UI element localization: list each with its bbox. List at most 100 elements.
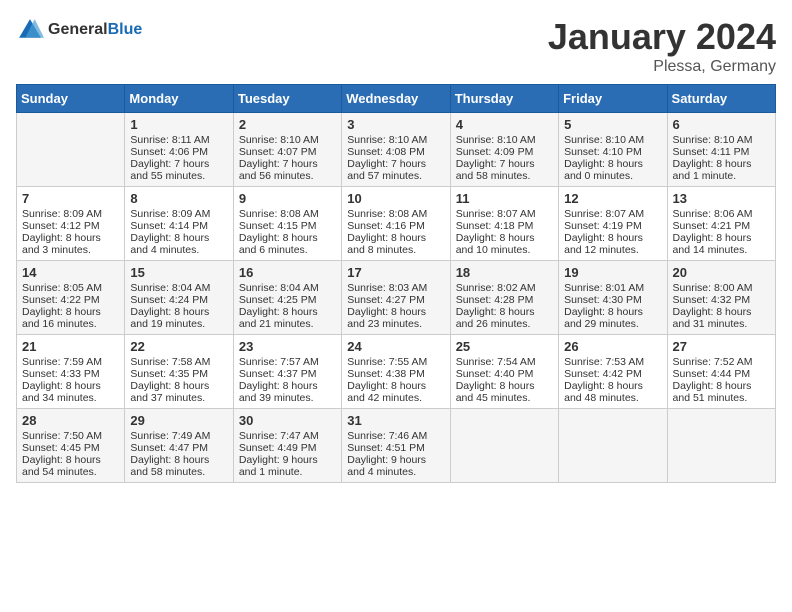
day-number: 23	[239, 339, 336, 354]
day-number: 6	[673, 117, 770, 132]
day-number: 14	[22, 265, 119, 280]
day-info-line: and 26 minutes.	[456, 318, 553, 330]
calendar-cell: 11Sunrise: 8:07 AMSunset: 4:18 PMDayligh…	[450, 187, 558, 261]
calendar-cell: 23Sunrise: 7:57 AMSunset: 4:37 PMDayligh…	[233, 335, 341, 409]
day-header-monday: Monday	[125, 85, 233, 113]
day-info-line: Sunset: 4:40 PM	[456, 368, 553, 380]
day-info-line: Sunrise: 8:08 AM	[239, 208, 336, 220]
day-info-line: Daylight: 8 hours	[130, 306, 227, 318]
day-info-line: and 12 minutes.	[564, 244, 661, 256]
day-info-line: Sunset: 4:24 PM	[130, 294, 227, 306]
day-info-line: Sunrise: 8:09 AM	[130, 208, 227, 220]
day-number: 3	[347, 117, 444, 132]
day-number: 30	[239, 413, 336, 428]
day-info-line: and 34 minutes.	[22, 392, 119, 404]
day-info-line: and 51 minutes.	[673, 392, 770, 404]
day-info-line: and 14 minutes.	[673, 244, 770, 256]
day-info-line: Sunrise: 7:54 AM	[456, 356, 553, 368]
day-info-line: Daylight: 8 hours	[673, 158, 770, 170]
day-number: 1	[130, 117, 227, 132]
day-header-friday: Friday	[559, 85, 667, 113]
day-info-line: Sunrise: 7:52 AM	[673, 356, 770, 368]
day-info-line: Daylight: 8 hours	[239, 306, 336, 318]
day-info-line: Sunset: 4:51 PM	[347, 442, 444, 454]
day-info-line: Sunset: 4:07 PM	[239, 146, 336, 158]
calendar-cell: 1Sunrise: 8:11 AMSunset: 4:06 PMDaylight…	[125, 113, 233, 187]
day-info-line: Daylight: 8 hours	[564, 158, 661, 170]
calendar-cell: 4Sunrise: 8:10 AMSunset: 4:09 PMDaylight…	[450, 113, 558, 187]
day-info-line: Daylight: 8 hours	[564, 232, 661, 244]
day-number: 31	[347, 413, 444, 428]
calendar-cell: 3Sunrise: 8:10 AMSunset: 4:08 PMDaylight…	[342, 113, 450, 187]
day-info-line: Daylight: 8 hours	[347, 232, 444, 244]
title-area: January 2024 Plessa, Germany	[548, 16, 776, 76]
day-header-sunday: Sunday	[17, 85, 125, 113]
month-title: January 2024	[548, 16, 776, 58]
day-info-line: Sunset: 4:18 PM	[456, 220, 553, 232]
day-info-line: Daylight: 8 hours	[22, 232, 119, 244]
calendar-cell: 20Sunrise: 8:00 AMSunset: 4:32 PMDayligh…	[667, 261, 775, 335]
calendar-cell: 15Sunrise: 8:04 AMSunset: 4:24 PMDayligh…	[125, 261, 233, 335]
day-info-line: Daylight: 8 hours	[130, 380, 227, 392]
day-info-line: and 6 minutes.	[239, 244, 336, 256]
day-number: 25	[456, 339, 553, 354]
calendar-cell: 10Sunrise: 8:08 AMSunset: 4:16 PMDayligh…	[342, 187, 450, 261]
day-info-line: and 55 minutes.	[130, 170, 227, 182]
day-info-line: and 56 minutes.	[239, 170, 336, 182]
day-info-line: Sunset: 4:22 PM	[22, 294, 119, 306]
day-info-line: Daylight: 7 hours	[347, 158, 444, 170]
day-info-line: Sunset: 4:15 PM	[239, 220, 336, 232]
day-info-line: Sunset: 4:08 PM	[347, 146, 444, 158]
day-number: 17	[347, 265, 444, 280]
day-number: 7	[22, 191, 119, 206]
day-info-line: Daylight: 9 hours	[347, 454, 444, 466]
day-info-line: Sunrise: 8:04 AM	[130, 282, 227, 294]
day-info-line: Sunrise: 8:07 AM	[564, 208, 661, 220]
day-number: 8	[130, 191, 227, 206]
calendar-cell: 25Sunrise: 7:54 AMSunset: 4:40 PMDayligh…	[450, 335, 558, 409]
day-info-line: Sunset: 4:09 PM	[456, 146, 553, 158]
day-info-line: Daylight: 8 hours	[456, 306, 553, 318]
location-title: Plessa, Germany	[548, 58, 776, 76]
day-info-line: Sunset: 4:12 PM	[22, 220, 119, 232]
day-number: 29	[130, 413, 227, 428]
calendar-cell: 27Sunrise: 7:52 AMSunset: 4:44 PMDayligh…	[667, 335, 775, 409]
day-info-line: Sunset: 4:06 PM	[130, 146, 227, 158]
day-info-line: Sunset: 4:38 PM	[347, 368, 444, 380]
day-info-line: Sunrise: 7:55 AM	[347, 356, 444, 368]
day-number: 20	[673, 265, 770, 280]
calendar-cell: 6Sunrise: 8:10 AMSunset: 4:11 PMDaylight…	[667, 113, 775, 187]
day-info-line: and 1 minute.	[673, 170, 770, 182]
day-info-line: and 58 minutes.	[130, 466, 227, 478]
day-info-line: and 57 minutes.	[347, 170, 444, 182]
day-info-line: and 58 minutes.	[456, 170, 553, 182]
calendar-cell: 16Sunrise: 8:04 AMSunset: 4:25 PMDayligh…	[233, 261, 341, 335]
day-info-line: and 42 minutes.	[347, 392, 444, 404]
day-info-line: Sunset: 4:30 PM	[564, 294, 661, 306]
calendar-cell: 13Sunrise: 8:06 AMSunset: 4:21 PMDayligh…	[667, 187, 775, 261]
day-info-line: Daylight: 8 hours	[673, 306, 770, 318]
day-info-line: Sunrise: 8:07 AM	[456, 208, 553, 220]
day-number: 10	[347, 191, 444, 206]
day-info-line: Sunrise: 8:09 AM	[22, 208, 119, 220]
day-info-line: Sunrise: 7:53 AM	[564, 356, 661, 368]
calendar-cell: 30Sunrise: 7:47 AMSunset: 4:49 PMDayligh…	[233, 409, 341, 483]
day-info-line: Sunrise: 7:49 AM	[130, 430, 227, 442]
day-info-line: Sunset: 4:32 PM	[673, 294, 770, 306]
calendar-cell: 29Sunrise: 7:49 AMSunset: 4:47 PMDayligh…	[125, 409, 233, 483]
day-header-saturday: Saturday	[667, 85, 775, 113]
calendar-table: SundayMondayTuesdayWednesdayThursdayFrid…	[16, 84, 776, 483]
day-header-thursday: Thursday	[450, 85, 558, 113]
calendar-cell: 22Sunrise: 7:58 AMSunset: 4:35 PMDayligh…	[125, 335, 233, 409]
logo-text-general: General	[48, 21, 108, 38]
calendar-cell: 21Sunrise: 7:59 AMSunset: 4:33 PMDayligh…	[17, 335, 125, 409]
calendar-cell: 8Sunrise: 8:09 AMSunset: 4:14 PMDaylight…	[125, 187, 233, 261]
week-row-1: 7Sunrise: 8:09 AMSunset: 4:12 PMDaylight…	[17, 187, 776, 261]
day-number: 11	[456, 191, 553, 206]
day-info-line: and 45 minutes.	[456, 392, 553, 404]
day-info-line: and 37 minutes.	[130, 392, 227, 404]
day-info-line: Sunrise: 7:59 AM	[22, 356, 119, 368]
day-info-line: Sunrise: 8:06 AM	[673, 208, 770, 220]
day-header-tuesday: Tuesday	[233, 85, 341, 113]
calendar-cell	[559, 409, 667, 483]
